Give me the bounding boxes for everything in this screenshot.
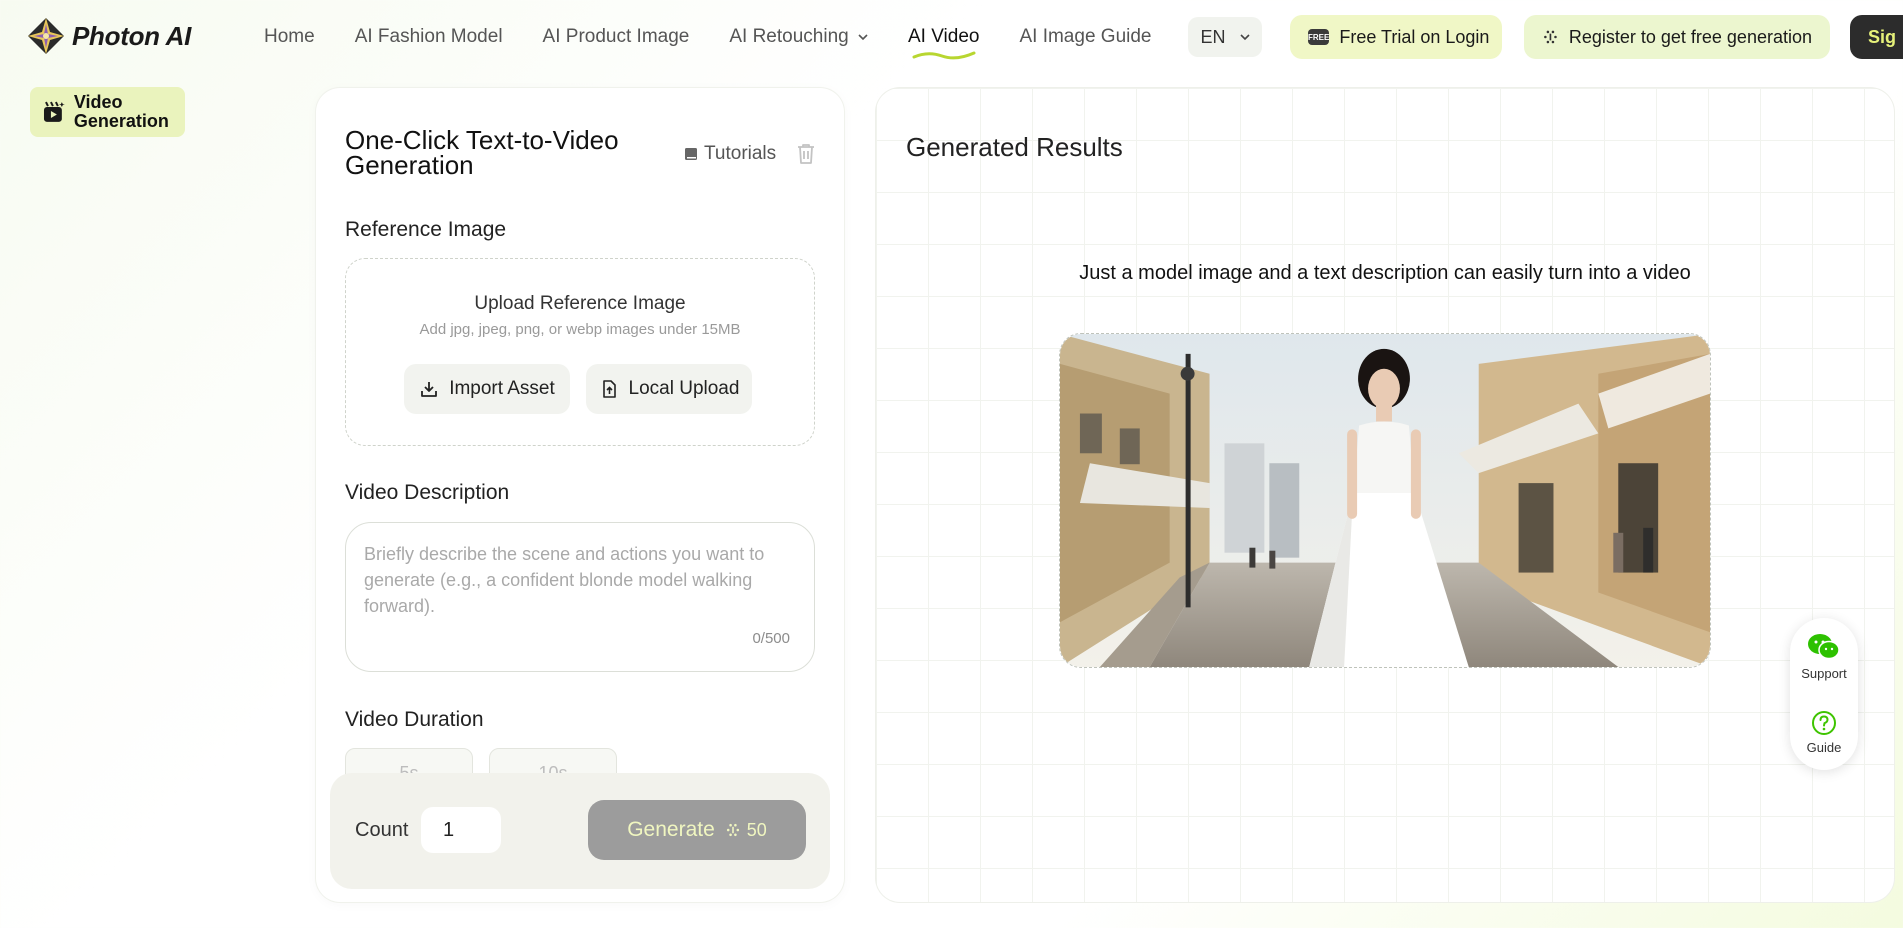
upload-hint: Add jpg, jpeg, png, or webp images under… (419, 321, 741, 338)
results-subtitle: Just a model image and a text descriptio… (1079, 262, 1691, 284)
top-header: Photon AI Home AI Fashion Model AI Produ… (0, 0, 1903, 74)
free-trial-label: Free Trial on Login (1339, 26, 1490, 47)
logo[interactable]: Photon AI (26, 16, 191, 56)
guide-label: Guide (1806, 740, 1842, 755)
import-asset-button[interactable]: Import Asset (404, 364, 570, 414)
question-circle-icon (1812, 711, 1836, 735)
sign-in-label: Sig (1868, 26, 1897, 47)
logo-text: Photon AI (72, 20, 192, 51)
nav-ai-retouching[interactable]: AI Retouching (729, 26, 868, 48)
upload-dropzone[interactable]: Upload Reference Image Add jpg, jpeg, pn… (345, 258, 815, 446)
generate-cost-value: 50 (746, 819, 767, 840)
free-trial-button[interactable]: FREE Free Trial on Login (1290, 15, 1502, 59)
support-widget: Support Guide (1790, 618, 1858, 770)
guide-button[interactable]: Guide (1790, 710, 1858, 755)
results-panel: Generated Results Just a model image and… (876, 88, 1894, 902)
video-description-field: 0/500 (345, 522, 815, 672)
reference-image-label: Reference Image (345, 218, 507, 241)
nav-home[interactable]: Home (264, 26, 315, 48)
sparkle-coin-icon (1544, 30, 1557, 44)
sample-preview-image (1059, 333, 1711, 668)
import-asset-label: Import Asset (449, 378, 555, 399)
nav-ai-fashion-model[interactable]: AI Fashion Model (355, 26, 503, 48)
language-value: EN (1200, 26, 1226, 47)
faded-overlay (220, 868, 292, 906)
nav-ai-retouching-label: AI Retouching (729, 26, 849, 47)
photon-logo-icon (28, 18, 64, 54)
upload-title: Upload Reference Image (474, 293, 686, 314)
tutorials-label: Tutorials (704, 143, 777, 164)
nav-ai-video[interactable]: AI Video (907, 26, 980, 60)
generate-label: Generate (627, 818, 715, 841)
generate-button[interactable]: Generate 50 (588, 800, 806, 860)
video-description-input[interactable] (364, 541, 798, 631)
sign-in-button[interactable]: Sig (1850, 15, 1903, 59)
wechat-icon (1808, 634, 1840, 660)
video-generation-icon (43, 101, 65, 122)
generate-cost: 50 (725, 820, 767, 841)
support-button[interactable]: Support (1790, 632, 1858, 681)
download-tray-icon (421, 382, 438, 397)
char-counter: 0/500 (752, 630, 790, 647)
chevron-down-icon (1239, 34, 1250, 41)
nav-ai-product-image[interactable]: AI Product Image (543, 26, 690, 48)
nav-ai-image-guide[interactable]: AI Image Guide (1019, 26, 1151, 48)
trash-icon[interactable] (795, 142, 817, 166)
video-duration-label: Video Duration (345, 708, 484, 731)
generate-bar: Count Generate 50 (330, 773, 830, 889)
local-upload-label: Local Upload (628, 378, 740, 399)
generation-form-panel: One-Click Text-to-Video Generation Tutor… (316, 88, 844, 902)
language-selector[interactable]: EN (1188, 17, 1262, 57)
nav-ai-video-label: AI Video (907, 26, 980, 47)
register-button[interactable]: Register to get free generation (1524, 15, 1830, 59)
panel-title: One-Click Text-to-Video Generation (345, 125, 619, 180)
sidebar-item-label: Video Generation (73, 92, 169, 131)
credit-icon (726, 823, 739, 837)
active-underline-icon (912, 51, 976, 60)
support-label: Support (1801, 666, 1847, 681)
street-scene-illustration (1060, 334, 1710, 667)
count-input[interactable] (421, 807, 501, 853)
count-label: Count (355, 819, 409, 841)
chevron-down-icon (858, 34, 868, 41)
register-label: Register to get free generation (1568, 26, 1812, 47)
tutorials-link[interactable]: Tutorials (683, 143, 776, 165)
file-upload-icon (602, 380, 616, 398)
results-title: Generated Results (906, 132, 1123, 162)
sidebar-item-video-generation[interactable]: Video Generation (30, 87, 185, 137)
book-icon (685, 148, 697, 160)
video-description-label: Video Description (345, 481, 510, 504)
local-upload-button[interactable]: Local Upload (586, 364, 752, 414)
free-badge-icon: FREE (1308, 29, 1330, 45)
main-nav: Home AI Fashion Model AI Product Image A… (264, 0, 1192, 74)
